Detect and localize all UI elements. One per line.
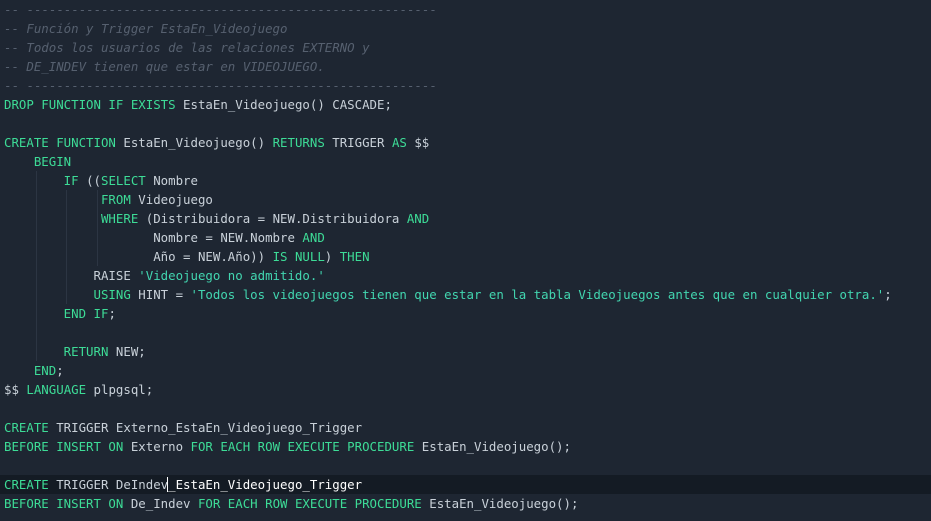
code-token: FROM bbox=[4, 192, 139, 207]
code-line[interactable]: END IF; bbox=[4, 304, 931, 323]
code-line[interactable]: CREATE TRIGGER DeIndev_EstaEn_Videojuego… bbox=[0, 475, 931, 494]
code-line[interactable]: CREATE FUNCTION EstaEn_Videojuego() RETU… bbox=[4, 133, 931, 152]
code-token: ; bbox=[884, 287, 892, 302]
code-token: USING bbox=[4, 287, 139, 302]
code-token: TRIGGER bbox=[56, 420, 116, 435]
code-token-at-cursor: _EstaEn_Videojuego_Trigger bbox=[167, 477, 363, 492]
code-line[interactable]: FROM Videojuego bbox=[4, 190, 931, 209]
code-token: EstaEn_Videojuego(); bbox=[429, 496, 579, 511]
code-token: -- -------------------------------------… bbox=[4, 2, 437, 17]
code-token: EstaEn_Videojuego() CASCADE; bbox=[183, 97, 392, 112]
code-token: TRIGGER bbox=[56, 477, 116, 492]
code-token: CREATE bbox=[4, 420, 57, 435]
code-line[interactable]: WHERE (Distribuidora = NEW.Distribuidora… bbox=[4, 209, 931, 228]
code-line[interactable]: RETURN NEW; bbox=[4, 342, 931, 361]
code-line[interactable]: Año = NEW.Año)) IS NULL) THEN bbox=[4, 247, 931, 266]
code-line[interactable]: -- Función y Trigger EstaEn_Videojuego bbox=[4, 19, 931, 38]
code-token: AND bbox=[406, 211, 430, 226]
code-token: 'Videojuego no admitido.' bbox=[138, 268, 325, 283]
code-token: EstaEn_Videojuego() bbox=[123, 135, 273, 150]
code-token: ; bbox=[56, 363, 64, 378]
code-token: DROP FUNCTION IF EXISTS bbox=[4, 97, 184, 112]
code-token: -- DE_INDEV tienen que estar en VIDEOJUE… bbox=[4, 59, 325, 74]
code-token: FOR EACH ROW EXECUTE PROCEDURE bbox=[190, 439, 422, 454]
code-line[interactable]: CREATE TRIGGER Externo_EstaEn_Videojuego… bbox=[4, 418, 931, 437]
code-token: HINT = bbox=[138, 287, 191, 302]
code-token: $$ bbox=[4, 382, 27, 397]
code-token: Nombre bbox=[153, 173, 198, 188]
code-token: $$ bbox=[414, 135, 430, 150]
code-token: plpgsql; bbox=[93, 382, 154, 397]
code-token: SELECT bbox=[100, 173, 154, 188]
code-token: De_Indev bbox=[130, 496, 198, 511]
code-token: IF bbox=[4, 173, 87, 188]
code-token: Año = NEW.Año)) bbox=[4, 249, 273, 264]
code-token: ) bbox=[324, 249, 340, 264]
code-token: WHERE bbox=[4, 211, 146, 226]
code-token: Externo bbox=[130, 439, 191, 454]
code-token: (Distribuidora = NEW.Distribuidora bbox=[145, 211, 407, 226]
code-line[interactable] bbox=[4, 456, 931, 475]
code-line[interactable]: BEGIN bbox=[4, 152, 931, 171]
code-token: Externo_EstaEn_Videojuego_Trigger bbox=[115, 420, 363, 435]
code-line[interactable]: Nombre = NEW.Nombre AND bbox=[4, 228, 931, 247]
code-token: AND bbox=[302, 230, 325, 245]
code-token: -- -------------------------------------… bbox=[4, 78, 437, 93]
code-line[interactable]: DROP FUNCTION IF EXISTS EstaEn_Videojueg… bbox=[4, 95, 931, 114]
code-token: DeIndev bbox=[115, 477, 169, 492]
code-token: Nombre = NEW.Nombre bbox=[4, 230, 303, 245]
code-token: 'Todos los videojuegos tienen que estar … bbox=[190, 287, 885, 302]
code-line[interactable]: END; bbox=[4, 361, 931, 380]
code-line[interactable]: IF ((SELECT Nombre bbox=[4, 171, 931, 190]
code-token: THEN bbox=[339, 249, 370, 264]
code-line[interactable]: $$ LANGUAGE plpgsql; bbox=[4, 380, 931, 399]
code-line[interactable]: -- -------------------------------------… bbox=[4, 76, 931, 95]
code-editor[interactable]: -- -------------------------------------… bbox=[0, 0, 931, 521]
code-line[interactable]: RAISE 'Videojuego no admitido.' bbox=[4, 266, 931, 285]
code-token: END bbox=[4, 363, 57, 378]
code-token: LANGUAGE bbox=[26, 382, 94, 397]
code-token: BEFORE INSERT ON bbox=[4, 439, 131, 454]
code-line[interactable] bbox=[4, 399, 931, 418]
code-token: END IF bbox=[4, 306, 109, 321]
code-line[interactable]: -- -------------------------------------… bbox=[4, 0, 931, 19]
code-token: BEFORE INSERT ON bbox=[4, 496, 131, 511]
code-token: NEW; bbox=[115, 344, 146, 359]
code-token: (( bbox=[86, 173, 101, 188]
code-line[interactable]: -- DE_INDEV tienen que estar en VIDEOJUE… bbox=[4, 57, 931, 76]
code-line[interactable] bbox=[4, 114, 931, 133]
code-token: Videojuego bbox=[138, 192, 213, 207]
code-line[interactable]: USING HINT = 'Todos los videojuegos tien… bbox=[4, 285, 931, 304]
code-token: TRIGGER bbox=[332, 135, 392, 150]
code-token: FOR EACH ROW EXECUTE PROCEDURE bbox=[197, 496, 430, 511]
code-token: CREATE FUNCTION bbox=[4, 135, 124, 150]
code-token: -- Todos los usuarios de las relaciones … bbox=[4, 40, 370, 55]
code-line[interactable]: -- Todos los usuarios de las relaciones … bbox=[4, 38, 931, 57]
code-token: RETURNS bbox=[272, 135, 333, 150]
code-token: AS bbox=[391, 135, 415, 150]
code-token: RETURN bbox=[4, 344, 116, 359]
code-token: IS NULL bbox=[272, 249, 325, 264]
code-line[interactable]: BEFORE INSERT ON De_Indev FOR EACH ROW E… bbox=[4, 494, 931, 513]
code-token: ; bbox=[108, 306, 116, 321]
code-line[interactable]: BEFORE INSERT ON Externo FOR EACH ROW EX… bbox=[4, 437, 931, 456]
code-line[interactable] bbox=[4, 323, 931, 342]
code-token: CREATE bbox=[4, 477, 57, 492]
code-token: BEGIN bbox=[4, 154, 72, 169]
code-token: RAISE bbox=[4, 268, 139, 283]
code-token: -- Función y Trigger EstaEn_Videojuego bbox=[4, 21, 288, 36]
code-token: EstaEn_Videojuego(); bbox=[421, 439, 571, 454]
